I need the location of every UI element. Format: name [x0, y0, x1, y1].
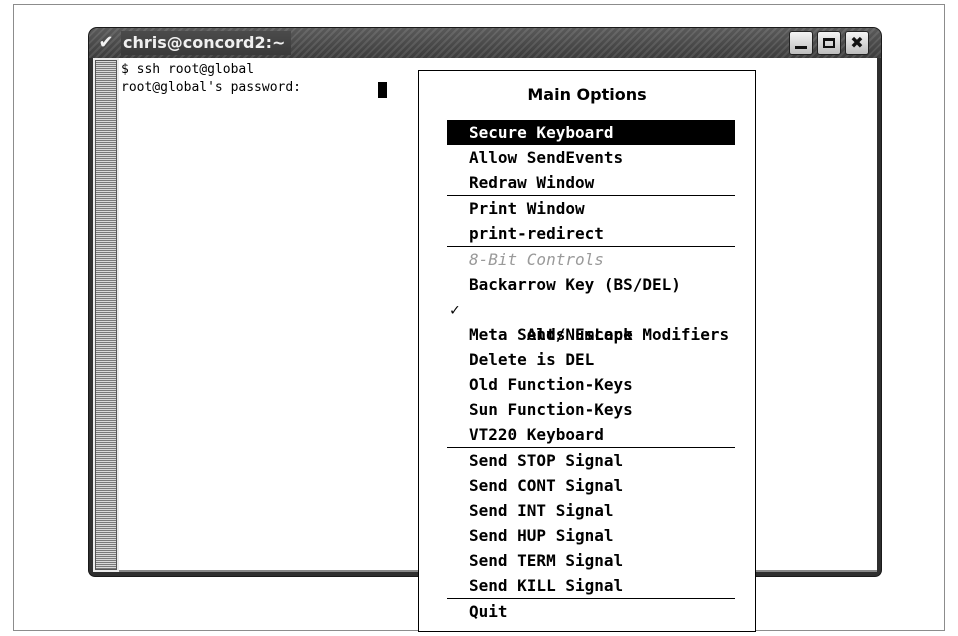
text-cursor — [378, 82, 387, 98]
checkmark-icon: ✓ — [450, 300, 460, 319]
menu-item-print-window[interactable]: Print Window — [447, 196, 735, 221]
menu-item-sun-function-keys[interactable]: Sun Function-Keys — [447, 397, 735, 422]
menu-item-old-function-keys[interactable]: Old Function-Keys — [447, 372, 735, 397]
menu-item-meta-sends-escape[interactable]: Meta Sends Escape — [447, 322, 735, 347]
close-button[interactable]: ✖ — [845, 31, 869, 55]
menu-item-allow-sendevents[interactable]: Allow SendEvents — [447, 145, 735, 170]
menu-item-send-int-signal[interactable]: Send INT Signal — [447, 498, 735, 523]
menu-item-send-hup-signal[interactable]: Send HUP Signal — [447, 523, 735, 548]
menu-item-send-stop-signal[interactable]: Send STOP Signal — [447, 448, 735, 473]
menu-item-alt-numlock-modifiers[interactable]: ✓ Alt/NumLock Modifiers — [447, 297, 735, 344]
window-menu-icon[interactable]: ✔ — [95, 33, 117, 53]
minimize-button[interactable] — [789, 31, 813, 55]
scrollbar[interactable] — [93, 58, 120, 572]
maximize-icon — [823, 38, 835, 48]
menu-items: Secure Keyboard Allow SendEvents Redraw … — [447, 120, 735, 624]
close-icon: ✖ — [850, 33, 864, 52]
menu-item-send-cont-signal[interactable]: Send CONT Signal — [447, 473, 735, 498]
menu-item-quit[interactable]: Quit — [447, 599, 735, 624]
menu-item-delete-is-del[interactable]: Delete is DEL — [447, 347, 735, 372]
terminal-line: $ ssh root@global — [121, 62, 255, 77]
window-title: chris@concord2:~ — [121, 31, 292, 55]
menu-item-send-kill-signal[interactable]: Send KILL Signal — [447, 573, 735, 598]
menu-title: Main Options — [527, 85, 647, 104]
terminal-line: root@global's password: — [121, 80, 309, 95]
main-options-menu: Main Options Secure Keyboard Allow SendE… — [418, 70, 756, 632]
scrollbar-thumb[interactable] — [95, 60, 117, 570]
menu-item-print-redirect[interactable]: print-redirect — [447, 221, 735, 246]
menu-item-8bit-controls: 8-Bit Controls — [469, 250, 604, 269]
menu-item-secure-keyboard[interactable]: Secure Keyboard — [447, 120, 735, 145]
minimize-icon — [795, 46, 807, 49]
title-bar[interactable]: ✔ chris@concord2:~ ✖ — [89, 28, 881, 58]
menu-item-send-term-signal[interactable]: Send TERM Signal — [447, 548, 735, 573]
menu-item-backarrow-key[interactable]: Backarrow Key (BS/DEL) — [447, 272, 735, 297]
menu-item-redraw-window[interactable]: Redraw Window — [447, 170, 735, 195]
menu-item-vt220-keyboard[interactable]: VT220 Keyboard — [447, 422, 735, 447]
maximize-button[interactable] — [817, 31, 841, 55]
